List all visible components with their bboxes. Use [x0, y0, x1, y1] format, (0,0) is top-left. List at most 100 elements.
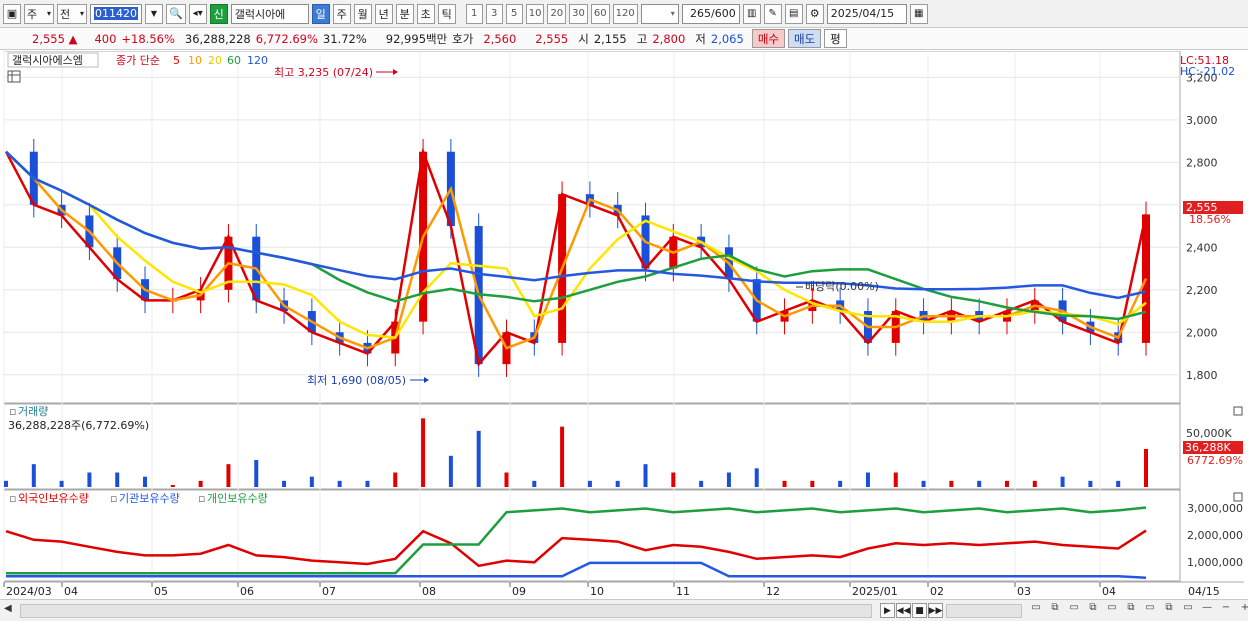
price-ytick: 2,800	[1186, 156, 1218, 169]
interval-60[interactable]: 60	[590, 3, 610, 24]
chart-area[interactable]: 3,2003,0002,8002,6002,4002,2002,0001,800…	[0, 50, 1248, 599]
window-icon-9[interactable]: ▭	[1180, 602, 1196, 613]
y-axis-ticks: 3,2003,0002,8002,6002,4002,2002,0001,800	[1186, 71, 1218, 381]
tab-minute[interactable]: 분	[395, 3, 414, 24]
tab-year[interactable]: 년	[374, 3, 393, 24]
interval-20[interactable]: 20	[547, 3, 567, 24]
current-price: 2,555 ▲	[4, 32, 82, 46]
minus-icon[interactable]: −	[1218, 602, 1234, 613]
tab-tick[interactable]: 틱	[437, 3, 456, 24]
legend-ma20: 20	[208, 54, 222, 67]
period-select[interactable]: 주 ▾	[24, 3, 54, 24]
volume-bar	[726, 472, 731, 487]
bottom-bar: ◀ ▶ ◀◀ ■ ▶▶ ▭ ⧉ ▭ ⧉ ▭ ⧉ ▭ ⧉ ▭ — − + ▲	[0, 599, 1248, 621]
table-view-icon[interactable]	[7, 70, 21, 83]
volume-bar	[337, 480, 342, 487]
window-icon-3[interactable]: ▭	[1066, 602, 1082, 613]
window-icon-8[interactable]: ⧉	[1161, 602, 1177, 613]
interval-1[interactable]: 1	[465, 3, 483, 24]
chart-type-icon[interactable]: ▥	[742, 3, 761, 24]
window-icon-2[interactable]: ⧉	[1047, 602, 1063, 613]
price-ytick: 2,400	[1186, 241, 1218, 254]
volume-bar	[115, 472, 120, 487]
change-percent: +18.56%	[121, 31, 175, 46]
stock-chart-svg[interactable]: 3,2003,0002,8002,6002,4002,2002,0001,800…	[0, 50, 1248, 599]
last-page-icon[interactable]: ▶▶	[928, 603, 943, 618]
volume-bar	[1088, 480, 1093, 487]
interval-5[interactable]: 5	[505, 3, 523, 24]
data-count-field[interactable]: 265/600	[681, 3, 740, 24]
volume-bar	[448, 455, 453, 487]
tab-week[interactable]: 주	[332, 3, 351, 24]
price-ytick: 2,000	[1186, 326, 1218, 339]
x-tick-label: 04	[64, 585, 78, 598]
stock-code-input[interactable]: 011420	[90, 3, 142, 24]
volume-panel-close-icon[interactable]	[1233, 406, 1243, 416]
sell-button[interactable]: 매도	[787, 29, 822, 48]
window-menu-icon[interactable]: ▣	[3, 3, 21, 24]
zoom-in-icon[interactable]: +	[1237, 602, 1248, 613]
holding-panel-frame	[3, 489, 1181, 582]
holding-legend-institution: 기관보유수량	[119, 492, 180, 505]
x-axis-ticks: 2024/03 04 05 06 07 08 09 10 11 12 2025/01 02 03 04 04…	[3, 582, 1220, 598]
volume-bar	[365, 480, 370, 487]
save-icon[interactable]: ▤	[784, 3, 803, 24]
volume-bar	[865, 472, 870, 487]
speed-scrollbar[interactable]	[946, 604, 1022, 618]
calendar-icon[interactable]: ▦	[909, 3, 928, 24]
x-tick-label: 10	[590, 585, 604, 598]
window-icon-7[interactable]: ▭	[1142, 602, 1158, 613]
change-value: 400	[94, 31, 117, 46]
window-icon-4[interactable]: ⧉	[1085, 602, 1101, 613]
x-tick-label: 11	[676, 585, 690, 598]
prev-button[interactable]: 전 ▾	[57, 3, 87, 24]
volume-ytick: 50,000K	[1186, 427, 1232, 440]
tab-month[interactable]: 월	[353, 3, 372, 24]
speaker-icon[interactable]: ◂▾	[188, 3, 207, 24]
holding-ytick-2m: 2,000,000	[1187, 529, 1243, 542]
stop-icon[interactable]: ■	[912, 603, 927, 618]
window-icon-6[interactable]: ⧉	[1123, 602, 1139, 613]
data-count-value: 265	[690, 7, 712, 20]
tab-second[interactable]: 초	[416, 3, 435, 24]
first-page-icon[interactable]: ◀◀	[896, 603, 911, 618]
zoom-out-icon[interactable]: —	[1199, 602, 1215, 613]
interval-120[interactable]: 120	[612, 3, 638, 24]
settings-gear-icon[interactable]: ⚙	[805, 3, 824, 24]
volume-bar	[754, 468, 759, 487]
tab-day[interactable]: 일	[311, 3, 330, 24]
draw-tool-icon[interactable]: ✎	[763, 3, 782, 24]
legend-ma60: 60	[227, 54, 241, 67]
ask-label: 호가	[452, 31, 474, 46]
low-price: 2,065	[710, 31, 744, 46]
horizontal-scrollbar[interactable]	[20, 604, 872, 618]
volume-current-value: 36,288K	[1185, 441, 1231, 454]
volume-bar	[393, 472, 398, 487]
eval-button[interactable]: 평	[824, 29, 847, 48]
date-field[interactable]: 2025/04/15	[826, 3, 907, 24]
holding-panel-close-icon[interactable]	[1233, 492, 1243, 502]
x-tick-label: 06	[240, 585, 254, 598]
scroll-left-icon[interactable]: ◀	[4, 603, 18, 618]
volume-bar	[810, 480, 815, 487]
search-icon[interactable]: 🔍	[166, 3, 186, 24]
code-dropdown-icon[interactable]: ▼	[145, 3, 163, 24]
x-tick-label: 04/15	[1188, 585, 1220, 598]
buy-button[interactable]: 매수	[751, 29, 785, 48]
price-ytick: 3,000	[1186, 114, 1218, 127]
window-icon-5[interactable]: ▭	[1104, 602, 1120, 613]
interval-3[interactable]: 3	[485, 3, 503, 24]
scroll-right-icon[interactable]: ▶	[880, 603, 895, 618]
volume-bar	[170, 485, 175, 487]
volume-bar	[587, 480, 592, 487]
interval-10[interactable]: 10	[525, 3, 545, 24]
stock-code-value: 011420	[94, 7, 138, 20]
volume-bar	[977, 480, 982, 487]
price-value: 2,555	[32, 31, 65, 46]
window-icon-1[interactable]: ▭	[1028, 602, 1044, 613]
interval-custom-select[interactable]: ▾	[640, 3, 679, 24]
volume-bar	[1060, 476, 1065, 487]
interval-30[interactable]: 30	[569, 3, 588, 24]
volume-bar	[504, 472, 509, 487]
volume-bar	[1032, 480, 1037, 487]
